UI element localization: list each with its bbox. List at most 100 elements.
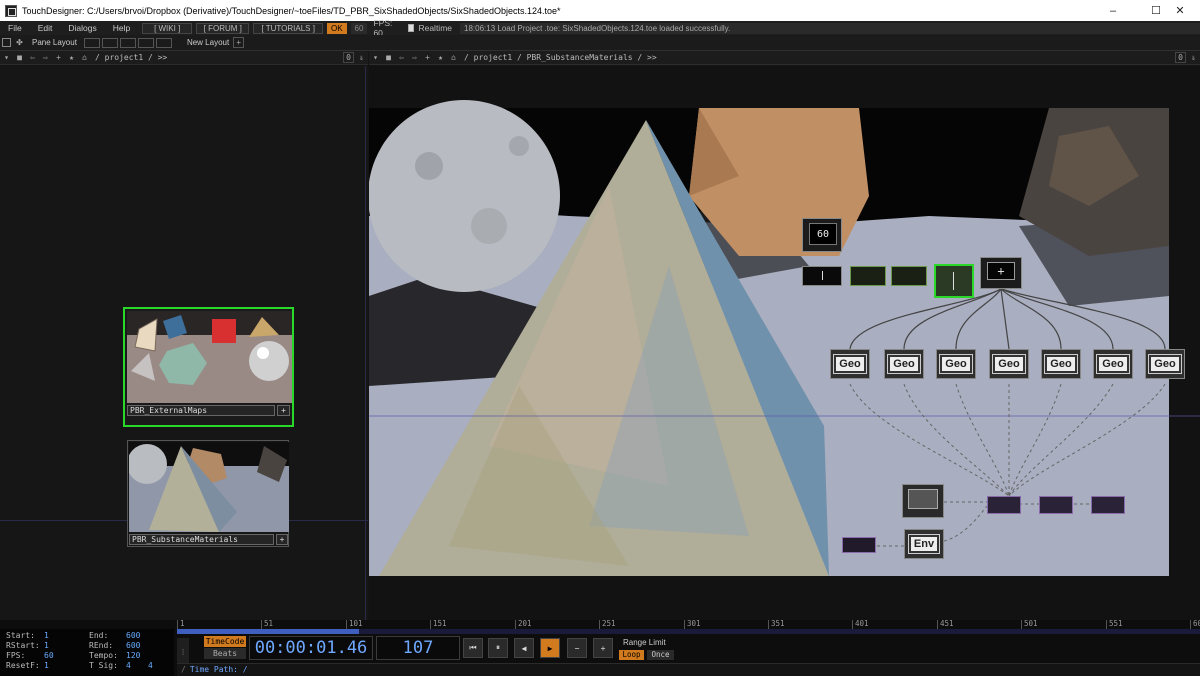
geo-node-7[interactable]: Geo: [1145, 349, 1185, 379]
realtime-label: Realtime: [418, 23, 453, 33]
left-network-editor[interactable]: PBR_ExternalMaps + PBR_SubstanceMaterial…: [0, 66, 368, 620]
new-layout-tab[interactable]: New Layout: [187, 38, 229, 47]
camera-icon: [908, 489, 938, 509]
substancematerials-node-label[interactable]: PBR_SubstanceMaterials: [129, 534, 274, 545]
once-toggle[interactable]: Once: [647, 650, 674, 660]
render-top-node[interactable]: [987, 496, 1021, 514]
left-pin-icon[interactable]: ⇓: [356, 52, 367, 63]
end-label: End:: [89, 631, 109, 640]
forward-icon[interactable]: ⇨: [409, 52, 420, 63]
right-path-breadcrumb[interactable]: / project1 / PBR_SubstanceMaterials / >>: [464, 53, 657, 62]
pane-type-icon[interactable]: ■: [14, 52, 25, 63]
tsig-value-b[interactable]: 4: [148, 661, 153, 670]
timecode-toggle[interactable]: TimeCode: [204, 636, 246, 647]
ruler-tick-label: 151: [430, 620, 447, 629]
top-node-2[interactable]: [1039, 496, 1073, 514]
substancematerials-expand-button[interactable]: +: [276, 534, 288, 545]
minimize-button[interactable]: –: [1093, 0, 1133, 21]
start-value[interactable]: 1: [44, 631, 49, 640]
play-button[interactable]: ▶: [540, 638, 560, 658]
menu-edit[interactable]: Edit: [30, 23, 61, 33]
add-op-icon[interactable]: +: [422, 52, 433, 63]
rstart-value[interactable]: 1: [44, 641, 49, 650]
realtime-checkbox[interactable]: [407, 24, 415, 32]
pbr-externalmaps-node[interactable]: PBR_ExternalMaps +: [123, 307, 294, 427]
step-plus-button[interactable]: +: [593, 638, 613, 658]
back-icon[interactable]: ⇦: [27, 52, 38, 63]
geo-node-2[interactable]: Geo: [884, 349, 924, 379]
geo-node-1[interactable]: Geo: [830, 349, 870, 379]
layout-triple-button[interactable]: [137, 37, 154, 48]
loop-toggle[interactable]: Loop: [619, 650, 644, 660]
geo-node-3[interactable]: Geo: [936, 349, 976, 379]
ruler-tick-label: 301: [684, 620, 701, 629]
right-network-editor[interactable]: 60 + Geo Geo Geo Geo Geo Geo Geo Env: [369, 66, 1200, 620]
right-zero-button[interactable]: 0: [1175, 52, 1186, 63]
wiki-button[interactable]: [ WIKI ]: [142, 22, 193, 34]
step-back-button[interactable]: ◀: [514, 638, 534, 658]
chop-node-2[interactable]: [850, 266, 886, 286]
fps-toggle[interactable]: 60: [350, 22, 368, 34]
geo-node-5[interactable]: Geo: [1041, 349, 1081, 379]
fps-info-node[interactable]: 60: [802, 218, 842, 252]
right-pin-icon[interactable]: ⇓: [1188, 52, 1199, 63]
camera-node[interactable]: [902, 484, 944, 518]
frame-display[interactable]: 107: [376, 636, 460, 660]
add-layout-button[interactable]: +: [233, 37, 245, 48]
range-bar[interactable]: [177, 629, 1200, 634]
timecode-display[interactable]: 00:00:01.46: [249, 636, 373, 660]
time-path-bar[interactable]: / Time Path: /: [177, 663, 1200, 676]
externalmaps-node-label[interactable]: PBR_ExternalMaps: [127, 405, 275, 416]
network-icon[interactable]: ✤: [14, 37, 25, 48]
tempo-value[interactable]: 120: [126, 651, 140, 660]
top-node-3[interactable]: [1091, 496, 1125, 514]
tsig-value-a[interactable]: 4: [126, 661, 131, 670]
ruler-tick-label: 501: [1021, 620, 1038, 629]
home-icon[interactable]: ⌂: [448, 52, 459, 63]
menu-file[interactable]: File: [0, 23, 30, 33]
tutorials-button[interactable]: [ TUTORIALS ]: [253, 22, 323, 34]
back-icon[interactable]: ⇦: [396, 52, 407, 63]
env-light-node[interactable]: Env: [904, 529, 944, 559]
left-path-breadcrumb[interactable]: / project1 / >>: [95, 53, 167, 62]
step-minus-button[interactable]: −: [567, 638, 587, 658]
pbr-substancematerials-node[interactable]: PBR_SubstanceMaterials +: [127, 440, 289, 547]
geo-node-6[interactable]: Geo: [1093, 349, 1133, 379]
externalmaps-expand-button[interactable]: +: [277, 405, 290, 416]
add-op-icon[interactable]: +: [53, 52, 64, 63]
chop-node-1[interactable]: [802, 266, 842, 286]
rewind-button[interactable]: ⏮: [463, 638, 483, 658]
end-value[interactable]: 600: [126, 631, 140, 640]
layout-split-h-button[interactable]: [101, 37, 118, 48]
close-button[interactable]: ✕: [1160, 0, 1200, 21]
layout-quad-button[interactable]: [155, 37, 172, 48]
chop-node-selected[interactable]: [934, 264, 974, 298]
menu-dialogs[interactable]: Dialogs: [60, 23, 104, 33]
pause-button[interactable]: ⏸: [488, 638, 508, 658]
ruler-tick-label: 201: [515, 620, 532, 629]
top-node-input[interactable]: [842, 537, 876, 553]
layout-single-button[interactable]: [83, 37, 100, 48]
camera-comp-node[interactable]: +: [980, 257, 1022, 289]
ruler-tick-label: 101: [346, 620, 363, 629]
resetf-value[interactable]: 1: [44, 661, 49, 670]
layout-grid-icon[interactable]: [2, 38, 11, 47]
rend-value[interactable]: 600: [126, 641, 140, 650]
pane-menu-icon[interactable]: ▾: [1, 52, 12, 63]
left-zero-button[interactable]: 0: [343, 52, 354, 63]
pane-menu-icon[interactable]: ▾: [370, 52, 381, 63]
pane-type-icon[interactable]: ■: [383, 52, 394, 63]
forward-icon[interactable]: ⇨: [40, 52, 51, 63]
bookmark-star-icon[interactable]: ★: [435, 52, 446, 63]
home-icon[interactable]: ⌂: [79, 52, 90, 63]
geo-node-4[interactable]: Geo: [989, 349, 1029, 379]
chop-node-3[interactable]: [891, 266, 927, 286]
menu-help[interactable]: Help: [105, 23, 138, 33]
range-limit-label: Range Limit: [623, 638, 666, 647]
ok-button[interactable]: OK: [326, 22, 347, 34]
layout-split-v-button[interactable]: [119, 37, 136, 48]
fps-value[interactable]: 60: [44, 651, 54, 660]
forum-button[interactable]: [ FORUM ]: [196, 22, 250, 34]
bookmark-star-icon[interactable]: ★: [66, 52, 77, 63]
beats-toggle[interactable]: Beats: [204, 648, 246, 659]
